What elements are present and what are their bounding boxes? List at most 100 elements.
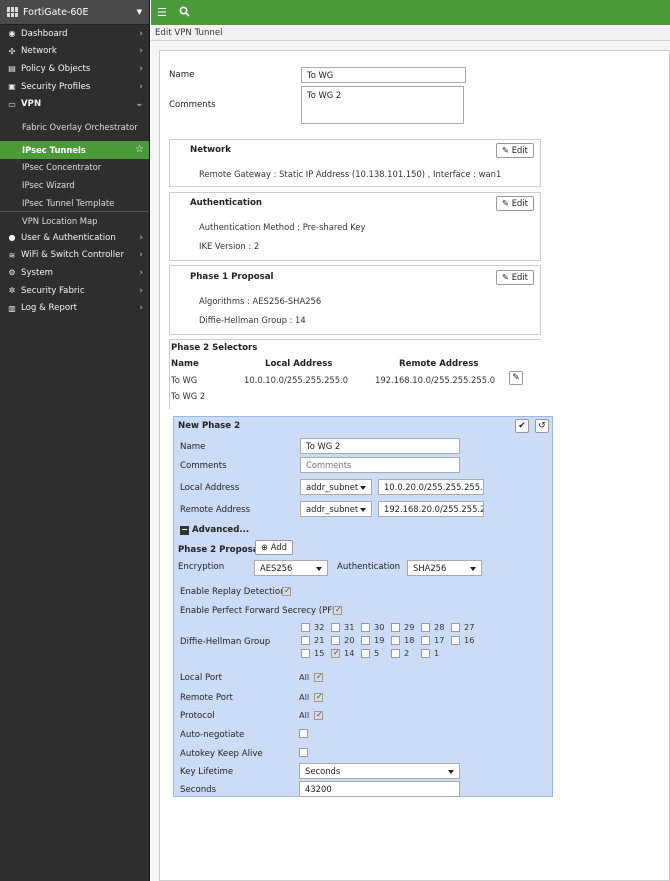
- phase2-proposal-label: Phase 2 Proposal: [178, 545, 262, 555]
- dh-group-checkbox-15[interactable]: [301, 649, 310, 658]
- sidebar-item-log-report[interactable]: ▥ Log & Report ›: [0, 299, 149, 317]
- local-address-label: Local Address: [180, 483, 240, 493]
- monitor-icon: ▭: [8, 99, 16, 109]
- advanced-toggle[interactable]: − Advanced...: [180, 525, 249, 535]
- sidebar-item-policy-objects[interactable]: ▤ Policy & Objects ›: [0, 60, 149, 78]
- undo-icon[interactable]: ↺: [535, 419, 549, 433]
- p2-comments-input[interactable]: Comments: [300, 457, 460, 473]
- dh-group-checkbox-21[interactable]: [301, 636, 310, 645]
- policy-icon: ▤: [8, 64, 16, 74]
- confirm-check-icon[interactable]: ✔: [515, 419, 529, 433]
- dh-group-label-15: 15: [314, 648, 325, 658]
- remote-port-all-checkbox[interactable]: [314, 692, 323, 702]
- gear-icon: ⚙: [8, 268, 16, 278]
- dh-group-checkbox-1[interactable]: [421, 649, 430, 658]
- fabric-icon: ✲: [8, 286, 16, 296]
- dh-group-checkbox-19[interactable]: [361, 636, 370, 645]
- authentication-method: Authentication Method : Pre-shared Key: [199, 222, 366, 232]
- dh-group-label-29: 29: [404, 622, 415, 632]
- seconds-input[interactable]: 43200: [299, 781, 460, 797]
- auto-negotiate-checkbox[interactable]: [299, 729, 308, 738]
- dh-group-checkbox-32[interactable]: [301, 623, 310, 632]
- comments-textarea[interactable]: To WG 2: [301, 86, 464, 124]
- star-icon[interactable]: ☆: [135, 144, 144, 155]
- sidebar-item-ipsec-concentrator[interactable]: IPsec Concentrator: [0, 159, 149, 177]
- phase1-algorithms: Algorithms : AES256-SHA256: [199, 296, 322, 306]
- add-proposal-button[interactable]: ⊕ Add: [255, 540, 293, 555]
- network-edit-button[interactable]: ✎ Edit: [496, 143, 534, 158]
- sidebar-item-ipsec-wizard[interactable]: IPsec Wizard: [0, 176, 149, 194]
- sidebar-item-ipsec-tunnel-template[interactable]: IPsec Tunnel Template: [0, 194, 149, 212]
- remote-port-label: Remote Port: [180, 693, 233, 703]
- main-content: Name To WG Comments To WG 2 Network ✎ Ed…: [151, 41, 670, 881]
- chevron-right-icon: ›: [139, 46, 143, 57]
- sidebar-item-security-profiles[interactable]: ▣ Security Profiles ›: [0, 78, 149, 96]
- authentication-select[interactable]: SHA256: [407, 560, 482, 576]
- phase1-edit-button[interactable]: ✎ Edit: [496, 270, 534, 285]
- remote-address-type-select[interactable]: addr_subnet: [300, 501, 372, 517]
- network-panel: Network ✎ Edit Remote Gateway : Static I…: [169, 139, 541, 187]
- selector-row-remote: 192.168.10.0/255.255.255.0: [375, 375, 496, 385]
- remote-port-all: All: [299, 692, 310, 702]
- edit-pencil-icon[interactable]: ✎: [509, 371, 523, 385]
- dh-group-checkbox-28[interactable]: [421, 623, 430, 632]
- auto-negotiate-label: Auto-negotiate: [180, 730, 245, 740]
- dh-group-checkbox-27[interactable]: [451, 623, 460, 632]
- keep-alive-label: Autokey Keep Alive: [180, 749, 263, 759]
- dh-group-label-28: 28: [434, 622, 445, 632]
- new-phase2-panel: New Phase 2 ✔ ↺ Name To WG 2 Comments Co…: [173, 416, 553, 797]
- dh-group-checkbox-16[interactable]: [451, 636, 460, 645]
- col-local-address: Local Address: [265, 359, 333, 369]
- encryption-select[interactable]: AES256: [254, 560, 328, 576]
- form-card: Name To WG Comments To WG 2 Network ✎ Ed…: [159, 50, 670, 881]
- sidebar-item-fabric-overlay[interactable]: Fabric Overlay Orchestrator: [0, 113, 149, 141]
- protocol-all-checkbox[interactable]: [314, 710, 323, 720]
- dh-group-label-14: 14: [344, 648, 355, 658]
- dh-group-checkbox-18[interactable]: [391, 636, 400, 645]
- authentication-edit-button[interactable]: ✎ Edit: [496, 196, 534, 211]
- sidebar-item-dashboard[interactable]: ◉ Dashboard ›: [0, 25, 149, 43]
- phase1-dh-group: Diffie-Hellman Group : 14: [199, 315, 306, 325]
- dh-group-label-2: 2: [404, 648, 410, 658]
- sidebar-item-security-fabric[interactable]: ✲ Security Fabric ›: [0, 282, 149, 300]
- authentication-label: Authentication: [337, 562, 401, 572]
- local-address-input[interactable]: 10.0.20.0/255.255.255.0: [378, 479, 484, 495]
- dh-group-checkbox-20[interactable]: [331, 636, 340, 645]
- sidebar-item-wifi-switch[interactable]: ≋ WiFi & Switch Controller ›: [0, 247, 149, 265]
- local-address-type-select[interactable]: addr_subnet: [300, 479, 372, 495]
- selector-row-local: 10.0.10.0/255.255.255.0: [244, 375, 349, 385]
- p2-name-input[interactable]: To WG 2: [300, 438, 460, 454]
- chevron-right-icon: ›: [139, 28, 143, 39]
- dh-group-checkbox-31[interactable]: [331, 623, 340, 632]
- dh-group-label-19: 19: [374, 635, 385, 645]
- name-input[interactable]: To WG: [301, 67, 466, 83]
- dh-group-checkbox-29[interactable]: [391, 623, 400, 632]
- replay-detection-checkbox[interactable]: [282, 586, 291, 596]
- remote-address-input[interactable]: 192.168.20.0/255.255.255.0: [378, 501, 484, 517]
- pfs-checkbox[interactable]: [333, 605, 342, 615]
- dh-group-label-16: 16: [464, 635, 475, 645]
- dh-group-checkbox-30[interactable]: [361, 623, 370, 632]
- menu-icon[interactable]: ☰: [157, 6, 167, 19]
- sidebar-item-network[interactable]: ✣ Network ›: [0, 43, 149, 61]
- sidebar-item-vpn-location-map[interactable]: VPN Location Map: [0, 211, 149, 229]
- dh-group-checkbox-14[interactable]: [331, 648, 340, 658]
- sidebar-item-system[interactable]: ⚙ System ›: [0, 264, 149, 282]
- sidebar-item-vpn[interactable]: ▭ VPN ⌄: [0, 95, 149, 113]
- sidebar-item-user-auth[interactable]: ● User & Authentication ›: [0, 229, 149, 247]
- sidebar-item-ipsec-tunnels[interactable]: IPsec Tunnels ☆: [0, 140, 149, 159]
- keep-alive-checkbox[interactable]: [299, 748, 308, 757]
- key-lifetime-select[interactable]: Seconds: [299, 763, 460, 779]
- sidebar: FortiGate-60E ▼ ◉ Dashboard › ✣ Network › ▤ P…: [0, 0, 150, 881]
- chevron-right-icon: ›: [139, 250, 143, 261]
- local-port-all-checkbox[interactable]: [314, 672, 323, 682]
- dh-group-checkbox-5[interactable]: [361, 649, 370, 658]
- dh-group-checkbox-2[interactable]: [391, 649, 400, 658]
- search-icon[interactable]: [179, 5, 190, 20]
- phase2-selectors-panel: Phase 2 Selectors Name Local Address Rem…: [169, 339, 541, 409]
- device-selector[interactable]: FortiGate-60E ▼: [0, 0, 149, 25]
- chart-icon: ▥: [8, 303, 16, 313]
- fortinet-logo-icon: [7, 7, 18, 17]
- protocol-label: Protocol: [180, 711, 215, 721]
- dh-group-checkbox-17[interactable]: [421, 636, 430, 645]
